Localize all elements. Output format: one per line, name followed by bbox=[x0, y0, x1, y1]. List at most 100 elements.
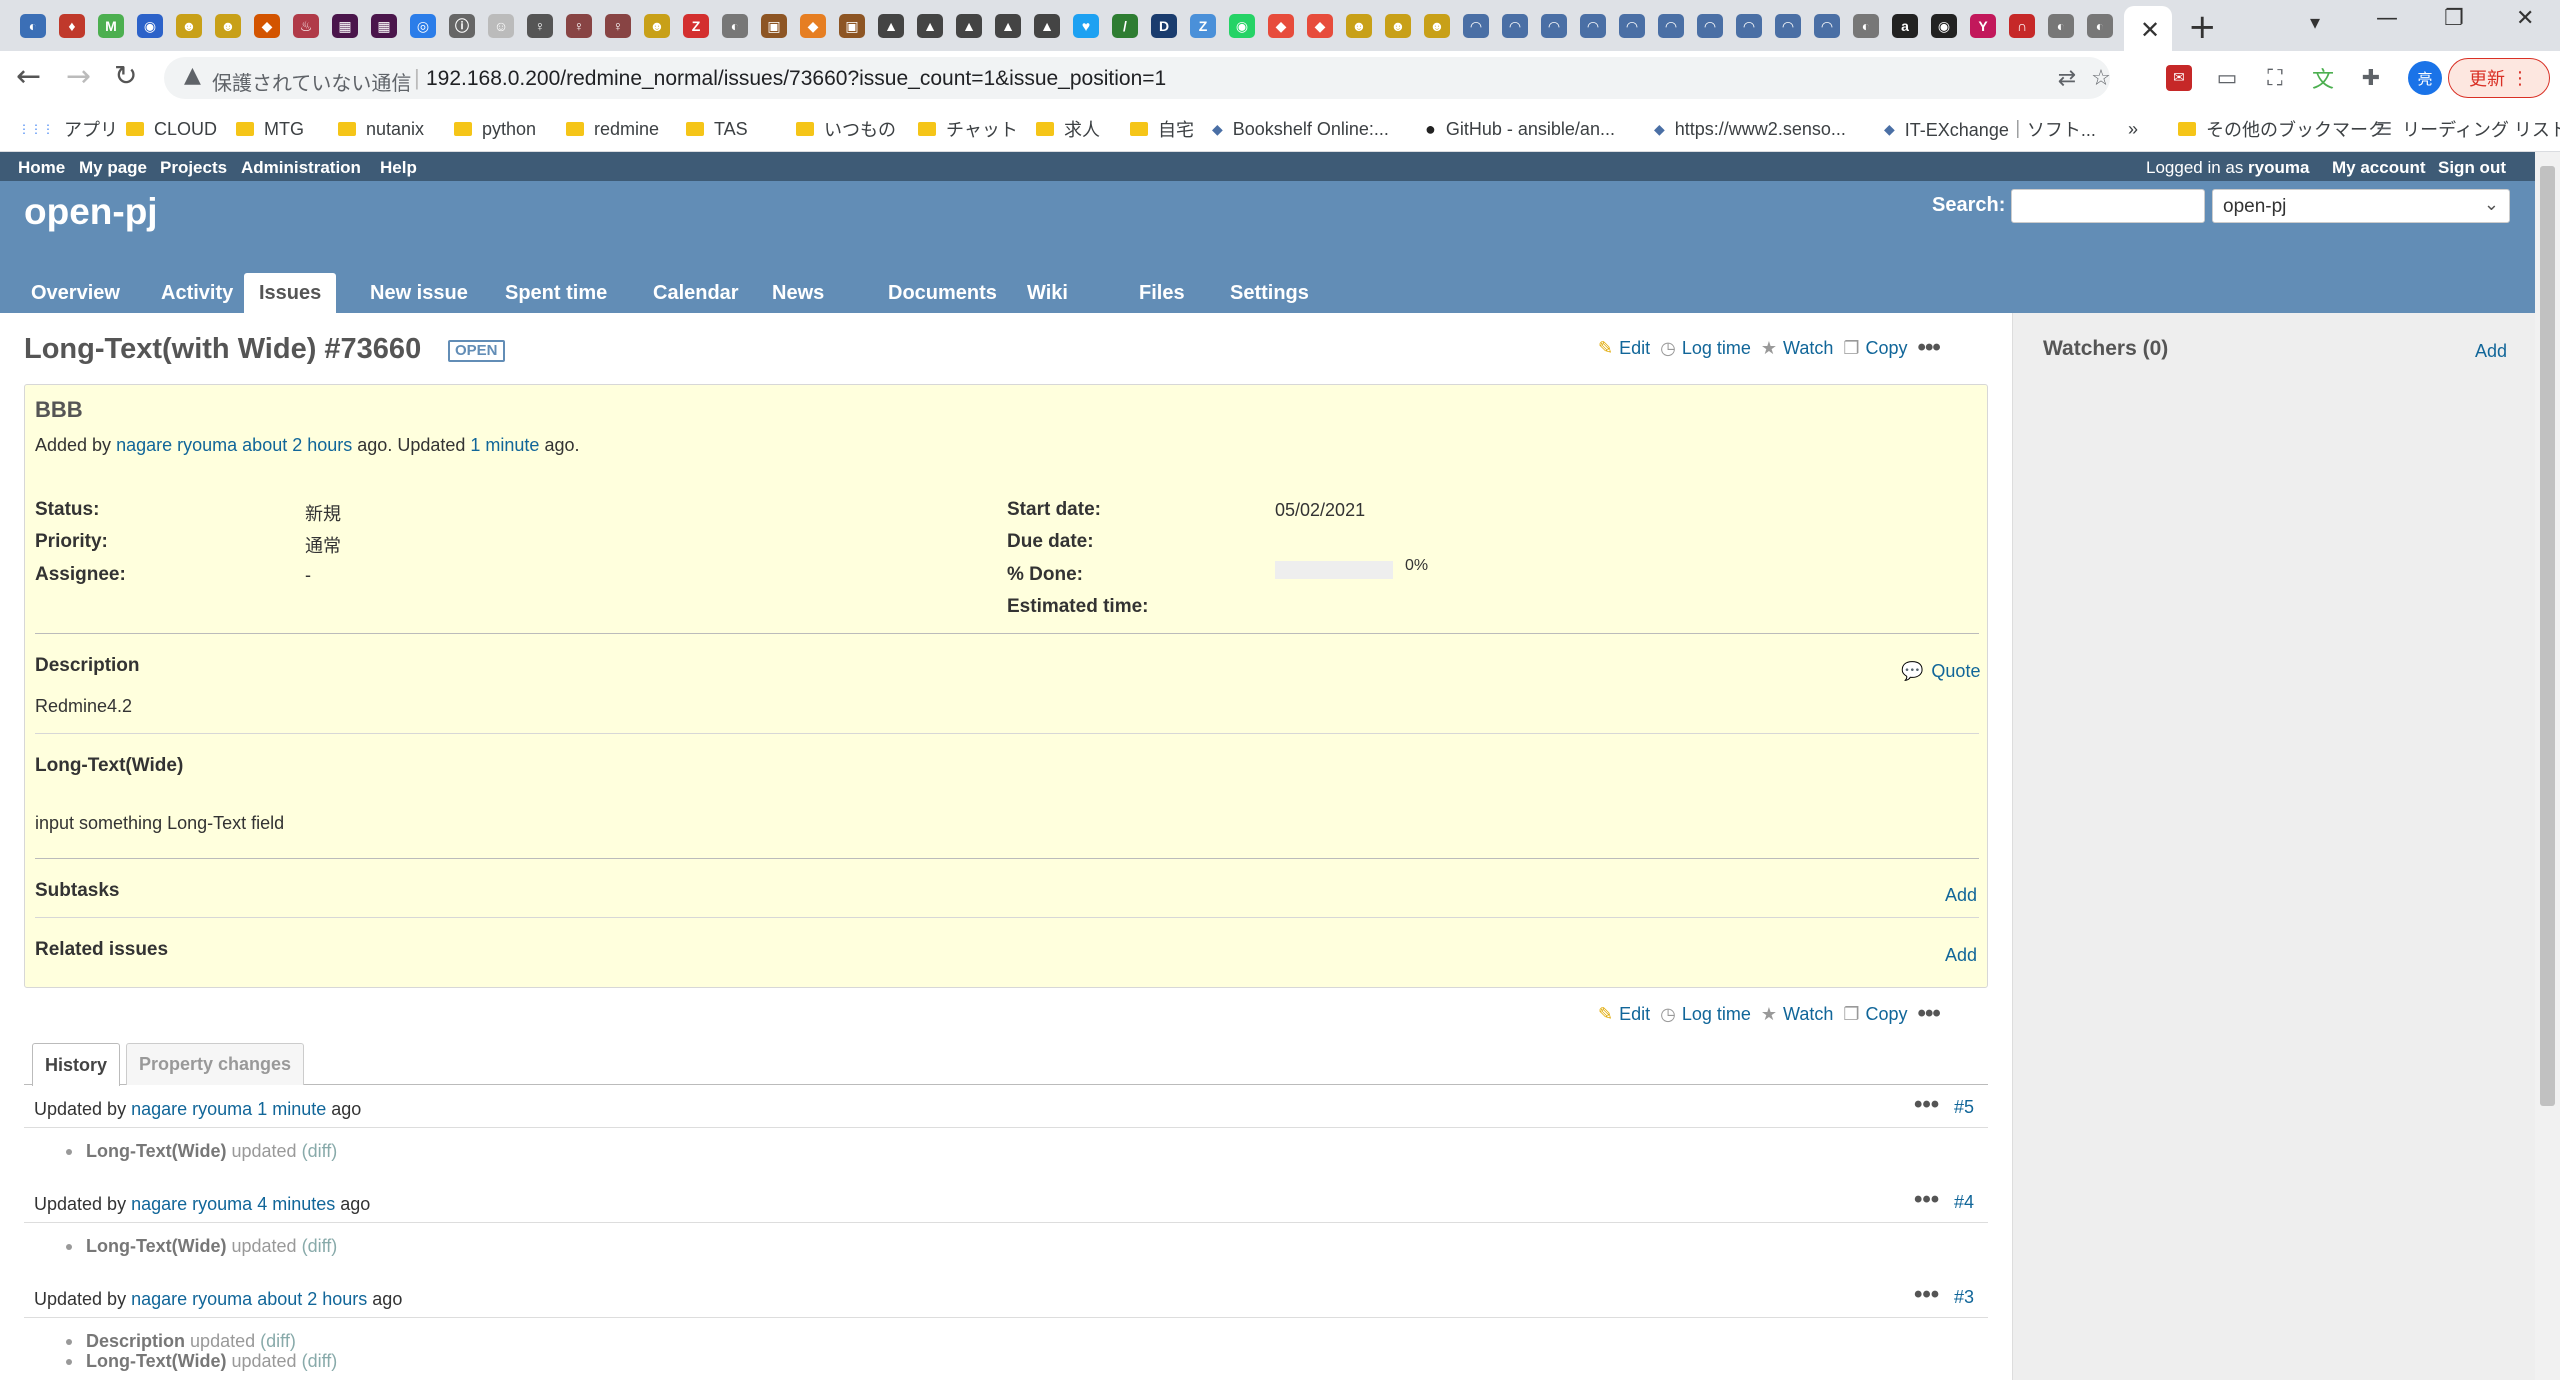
copy-link[interactable]: ❐ Copy bbox=[1843, 338, 1907, 359]
tab-favicon[interactable]: ◐ bbox=[2048, 14, 2074, 38]
bookmark-item[interactable]: redmine bbox=[566, 116, 659, 142]
translate-icon[interactable]: ⇄ bbox=[2054, 65, 2080, 91]
tab-favicon[interactable]: ▦ bbox=[371, 14, 397, 38]
tab-favicon[interactable]: D bbox=[1151, 14, 1177, 38]
journal-author-link[interactable]: nagare ryouma bbox=[131, 1099, 252, 1119]
bookmark-item[interactable]: 求人 bbox=[1036, 116, 1100, 142]
log-time-link[interactable]: ◷ Log time bbox=[1660, 338, 1751, 359]
bookmark-item[interactable]: ◆ Bookshelf Online:... bbox=[1212, 116, 1389, 142]
top-menu-administration[interactable]: Administration bbox=[241, 158, 361, 178]
tab-favicon[interactable]: ▣ bbox=[761, 14, 787, 38]
author-link[interactable]: nagare ryouma bbox=[116, 435, 237, 455]
url-text[interactable]: 192.168.0.200/redmine_normal/issues/7366… bbox=[426, 67, 1166, 91]
active-tab[interactable]: ✕ bbox=[2124, 6, 2172, 51]
bookmark-star-icon[interactable]: ☆ bbox=[2088, 65, 2114, 91]
tab-favicon[interactable]: ◠ bbox=[1541, 14, 1567, 38]
add-subtask-link[interactable]: Add bbox=[1945, 885, 1977, 906]
tab-new-issue[interactable]: New issue bbox=[355, 273, 483, 313]
logged-in-user[interactable]: ryouma bbox=[2248, 158, 2309, 178]
tab-spent-time[interactable]: Spent time bbox=[490, 273, 622, 313]
bookmark-item[interactable]: » bbox=[2128, 116, 2138, 142]
created-time-link[interactable]: about 2 hours bbox=[242, 435, 352, 455]
bookmark-item[interactable]: nutanix bbox=[338, 116, 424, 142]
bookmark-item[interactable]: ◆ IT-EXchange｜ソフト... bbox=[1884, 116, 2096, 142]
tab-favicon[interactable]: ▲ bbox=[995, 14, 1021, 38]
not-secure-warning-icon[interactable]: ▲ bbox=[184, 63, 201, 88]
updated-time-link[interactable]: 1 minute bbox=[470, 435, 539, 455]
add-related-issue-link[interactable]: Add bbox=[1945, 945, 1977, 966]
journal-time-link[interactable]: about 2 hours bbox=[257, 1289, 367, 1309]
tab-favicon[interactable]: ▲ bbox=[878, 14, 904, 38]
tab-favicon[interactable]: ☻ bbox=[1424, 14, 1450, 38]
journal-number-link[interactable]: #3 bbox=[1954, 1287, 1974, 1308]
watch-link[interactable]: ★ Watch bbox=[1761, 338, 1833, 359]
tab-favicon[interactable]: ☻ bbox=[644, 14, 670, 38]
extension-language-icon[interactable]: 文 bbox=[2310, 65, 2336, 93]
bookmark-item[interactable]: MTG bbox=[236, 116, 304, 142]
address-bar[interactable]: ▲ 保護されていない通信 | 192.168.0.200/redmine_nor… bbox=[164, 57, 2111, 99]
tab-files[interactable]: Files bbox=[1124, 273, 1200, 313]
tab-property-changes[interactable]: Property changes bbox=[126, 1043, 305, 1085]
tab-favicon[interactable]: ☻ bbox=[176, 14, 202, 38]
bookmark-item[interactable]: python bbox=[454, 116, 536, 142]
tab-history[interactable]: History bbox=[32, 1043, 121, 1086]
tab-favicon[interactable]: ◉ bbox=[137, 14, 163, 38]
page-scrollbar[interactable] bbox=[2535, 152, 2560, 1380]
tab-favicon[interactable]: ♀ bbox=[566, 14, 592, 38]
tab-favicon[interactable]: ♥ bbox=[1073, 14, 1099, 38]
top-menu-sign-out[interactable]: Sign out bbox=[2438, 158, 2506, 178]
tab-documents[interactable]: Documents bbox=[873, 273, 1012, 313]
tab-favicon[interactable]: a bbox=[1892, 14, 1918, 38]
tab-favicon[interactable]: ▲ bbox=[1034, 14, 1060, 38]
tab-activity[interactable]: Activity bbox=[146, 273, 248, 313]
scrollbar-thumb[interactable] bbox=[2540, 166, 2555, 1106]
search-input[interactable] bbox=[2011, 189, 2205, 223]
journal-number-link[interactable]: #4 bbox=[1954, 1192, 1974, 1213]
bookmark-item[interactable]: 自宅 bbox=[1130, 116, 1194, 142]
top-menu-projects[interactable]: Projects bbox=[160, 158, 227, 178]
bookmark-item[interactable]: ● GitHub - ansible/an... bbox=[1425, 116, 1615, 142]
tab-favicon[interactable]: ◆ bbox=[1268, 14, 1294, 38]
extension-mail-icon[interactable]: ✉ bbox=[2166, 65, 2192, 91]
tab-favicon[interactable]: ◉ bbox=[1229, 14, 1255, 38]
project-jump-select[interactable]: open-pj ⌄ bbox=[2212, 189, 2510, 223]
top-menu-home[interactable]: Home bbox=[18, 158, 65, 178]
tab-overview[interactable]: Overview bbox=[16, 273, 135, 313]
journal-actions-icon[interactable]: ••• bbox=[1914, 1186, 1939, 1214]
bookmark-item[interactable]: チャット bbox=[918, 116, 1018, 142]
tab-favicon[interactable]: ◐ bbox=[20, 14, 46, 38]
tab-favicon[interactable]: ☻ bbox=[215, 14, 241, 38]
tab-favicon[interactable]: ▣ bbox=[839, 14, 865, 38]
update-button[interactable]: 更新 ⋮ bbox=[2448, 58, 2550, 98]
tab-favicon[interactable]: ☺ bbox=[488, 14, 514, 38]
tab-favicon[interactable]: / bbox=[1112, 14, 1138, 38]
forward-icon[interactable]: → bbox=[66, 59, 91, 94]
tab-favicon[interactable]: ♀ bbox=[527, 14, 553, 38]
copy-link[interactable]: ❐ Copy bbox=[1843, 1004, 1907, 1025]
close-window-button[interactable]: ✕ bbox=[2516, 6, 2534, 31]
journal-number-link[interactable]: #5 bbox=[1954, 1097, 1974, 1118]
more-actions-icon[interactable]: ••• bbox=[1918, 334, 1941, 362]
tab-favicon[interactable]: ◆ bbox=[1307, 14, 1333, 38]
edit-link[interactable]: ✎ Edit bbox=[1598, 1004, 1650, 1025]
bookmark-item[interactable]: その他のブックマーク bbox=[2178, 116, 2386, 142]
journal-author-link[interactable]: nagare ryouma bbox=[131, 1289, 252, 1309]
diff-link[interactable]: (diff) bbox=[260, 1331, 296, 1351]
tab-favicon[interactable]: ◆ bbox=[254, 14, 280, 38]
back-icon[interactable]: ← bbox=[16, 59, 41, 94]
tab-favicon[interactable]: ♦ bbox=[59, 14, 85, 38]
tab-favicon[interactable]: ▦ bbox=[332, 14, 358, 38]
security-status-text[interactable]: 保護されていない通信 bbox=[212, 67, 411, 96]
bookmark-item[interactable]: ☰ リーディング リスト bbox=[2376, 116, 2560, 142]
bookmark-item[interactable]: いつもの bbox=[796, 116, 896, 142]
tab-favicon[interactable]: ◠ bbox=[1814, 14, 1840, 38]
bookmark-item[interactable]: ⋮⋮⋮ アプリ bbox=[18, 116, 118, 142]
tab-issues[interactable]: Issues bbox=[244, 273, 337, 313]
reload-icon[interactable]: ↻ bbox=[114, 59, 137, 92]
tab-favicon[interactable]: ◠ bbox=[1619, 14, 1645, 38]
journal-actions-icon[interactable]: ••• bbox=[1914, 1281, 1939, 1309]
journal-author-link[interactable]: nagare ryouma bbox=[131, 1194, 252, 1214]
new-tab-button[interactable]: + bbox=[2188, 7, 2217, 47]
tab-favicon[interactable]: Z bbox=[1190, 14, 1216, 38]
bookmark-item[interactable]: CLOUD bbox=[126, 116, 217, 142]
